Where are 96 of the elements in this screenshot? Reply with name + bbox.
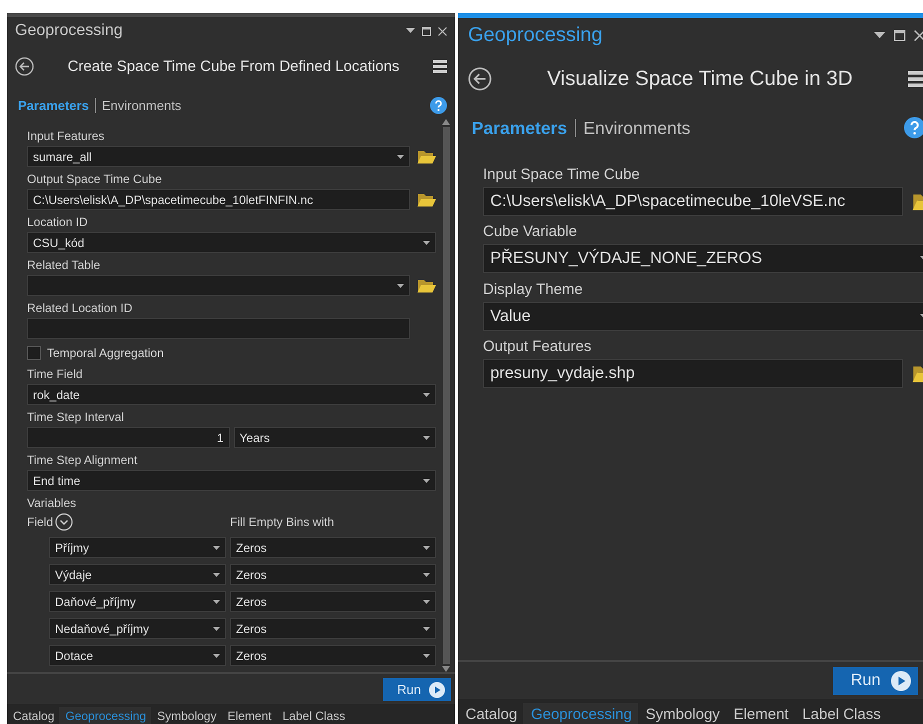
dropdown[interactable]: Zeros	[230, 618, 436, 639]
dropdown[interactable]: Daňové_příjmy	[49, 591, 226, 612]
caret-down-icon	[213, 626, 220, 630]
field-label: Related Table	[27, 258, 102, 273]
field-label: Time Step Interval	[27, 410, 125, 425]
dropdown[interactable]: Years	[234, 427, 436, 448]
tool-title: Visualize Space Time Cube in 3D	[546, 67, 854, 92]
scroll-down-icon[interactable]	[442, 666, 450, 672]
caret-down-icon	[423, 436, 430, 440]
dropdown[interactable]: Zeros	[230, 537, 436, 558]
tool-title: Create Space Time Cube From Defined Locations	[66, 58, 400, 74]
panel-tab[interactable]: Element	[221, 707, 276, 724]
play-icon	[890, 670, 910, 691]
field-label: Related Location ID	[27, 301, 134, 316]
caret-down-icon	[423, 626, 430, 630]
menu-icon[interactable]	[433, 60, 447, 72]
field-label: Input Features	[27, 129, 106, 144]
caret-down-icon	[423, 478, 430, 482]
panel-tab[interactable]: Label Class	[794, 703, 887, 724]
input-field[interactable]	[27, 318, 410, 339]
field-label: Cube Variable	[483, 223, 578, 242]
folder-icon[interactable]	[417, 149, 436, 164]
caret-down-icon	[213, 572, 220, 576]
checkbox-label: Temporal Aggregation	[47, 346, 164, 360]
field-label: Input Space Time Cube	[483, 166, 641, 184]
caret-down-icon	[423, 546, 430, 550]
caret-down-icon	[423, 600, 430, 604]
field-label: Output Space Time Cube	[27, 172, 163, 187]
caret-down-icon	[423, 240, 430, 244]
close-icon[interactable]	[914, 30, 923, 42]
maximize-icon[interactable]	[422, 26, 431, 36]
menu-icon[interactable]	[908, 71, 923, 88]
help-icon[interactable]	[430, 96, 447, 114]
input-field[interactable]: C:\Users\elisk\A_DP\spacetimecube_10leVSE.nc	[483, 186, 903, 216]
caret-down-icon	[213, 546, 220, 550]
panel-tab[interactable]: Catalog	[7, 707, 60, 724]
caret-down-icon	[213, 654, 220, 658]
dropdown[interactable]: Zeros	[230, 591, 436, 612]
dropdown[interactable]: Výdaje	[49, 564, 226, 585]
panel-tab[interactable]: Symbology	[638, 703, 726, 724]
panel-tab[interactable]: Element	[726, 703, 795, 724]
tab[interactable]: Parameters	[18, 98, 89, 112]
panel-tab[interactable]: Symbology	[151, 707, 222, 724]
caret-down-icon	[397, 154, 404, 158]
run-button[interactable]: Run	[383, 678, 451, 701]
caret-down-icon	[213, 600, 220, 604]
caret-down-icon	[423, 392, 430, 396]
dropdown[interactable]: sumare_all	[27, 146, 410, 167]
dropdown[interactable]: Nedaňové_příjmy	[49, 618, 226, 639]
caret-down-icon	[397, 284, 404, 288]
dropdown[interactable]: Zeros	[230, 564, 436, 585]
play-icon	[429, 682, 445, 698]
panel-tab[interactable]: Label Class	[276, 707, 350, 724]
dropdown[interactable]: rok_date	[27, 384, 436, 405]
dropdown[interactable]: Příjmy	[49, 537, 226, 558]
input-field[interactable]: 1	[27, 427, 230, 448]
chevron-down-icon[interactable]	[55, 513, 74, 531]
field-label: Display Theme	[483, 280, 584, 300]
dropdown[interactable]: CSU_kód	[27, 232, 436, 253]
tab[interactable]: Parameters	[472, 118, 568, 138]
dropdown[interactable]: Value	[483, 302, 923, 330]
help-icon[interactable]	[904, 117, 923, 139]
caret-down-icon	[423, 654, 430, 658]
scrollbar[interactable]	[442, 119, 450, 672]
close-icon[interactable]	[438, 26, 447, 36]
tab[interactable]: Environments	[583, 118, 690, 138]
panel-tab[interactable]: Geoprocessing	[59, 707, 152, 724]
folder-icon[interactable]	[417, 278, 436, 293]
panel-tab[interactable]: Catalog	[458, 703, 524, 724]
caret-down-icon	[423, 572, 430, 576]
field-label: Variables	[27, 496, 78, 511]
field-label: Output Features	[483, 338, 592, 357]
folder-icon[interactable]	[417, 192, 436, 207]
back-icon[interactable]	[468, 67, 492, 92]
column-header: Fill Empty Bins with	[230, 514, 334, 530]
caret-down-icon[interactable]	[874, 32, 886, 40]
dropdown[interactable]: End time	[27, 470, 436, 491]
input-field[interactable]: presuny_vydaje.shp	[483, 359, 903, 388]
dropdown[interactable]: Zeros	[230, 645, 436, 666]
panel-title: Geoprocessing	[15, 22, 123, 40]
run-button[interactable]: Run	[833, 666, 918, 696]
field-label: Time Step Alignment	[27, 453, 138, 468]
dropdown[interactable]: Dotace	[49, 645, 226, 666]
column-header: Field	[27, 514, 54, 530]
scroll-up-icon[interactable]	[442, 119, 450, 125]
panel-title: Geoprocessing	[468, 24, 603, 47]
caret-down-icon[interactable]	[406, 28, 415, 34]
dropdown[interactable]: PŘESUNY_VÝDAJE_NONE_ZEROS	[483, 244, 923, 273]
field-label: Time Field	[27, 367, 84, 382]
input-field[interactable]: C:\Users\elisk\A_DP\spacetimecube_10letFINFIN.nc	[27, 189, 410, 210]
tab[interactable]: Environments	[102, 98, 182, 112]
back-icon[interactable]	[15, 56, 34, 76]
checkbox[interactable]	[27, 346, 41, 360]
maximize-icon[interactable]	[894, 30, 906, 42]
panel-tab[interactable]: Geoprocessing	[523, 703, 638, 724]
field-label: Location ID	[27, 215, 89, 230]
